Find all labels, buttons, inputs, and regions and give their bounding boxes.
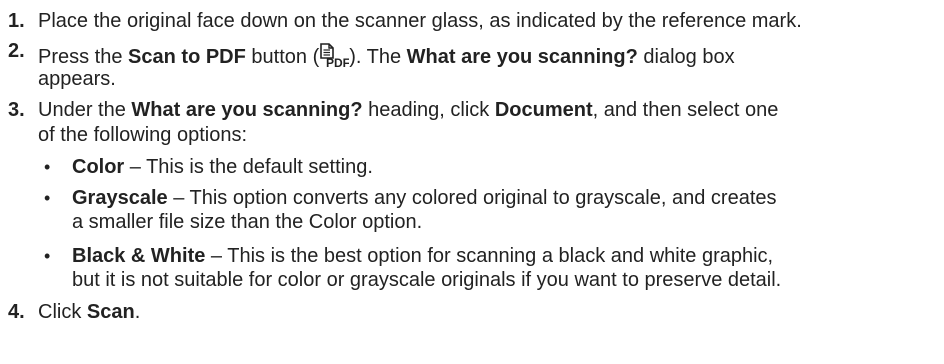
option-color-name: Color (72, 156, 125, 178)
scan-to-pdf-icon: PDF (319, 43, 349, 69)
step-4-number: 4. (8, 301, 25, 323)
scan-button-name: Scan (86, 301, 135, 323)
option-grayscale: Grayscale – This option converts any col… (72, 186, 777, 210)
step-3-line-1: Under the What are you scanning? heading… (38, 98, 778, 122)
step-3-suffix: , and then select one (592, 99, 779, 121)
option-color: Color – This is the default setting. (72, 155, 373, 179)
bullet-black-white: • (44, 246, 51, 266)
step-3-middle: heading, click (362, 99, 495, 121)
step-2-line-2: appears. (38, 68, 116, 90)
step-2-suffix: dialog box (637, 46, 735, 68)
scan-to-pdf-icon-label: PDF (326, 56, 349, 69)
option-grayscale-text: – This option converts any colored origi… (167, 187, 777, 209)
step-1-text: Place the original face down on the scan… (38, 10, 802, 32)
bullet-color: • (44, 157, 51, 177)
what-are-you-scanning-dialog-name: What are you scanning? (406, 46, 638, 68)
step-2-prefix: Press the (38, 46, 129, 68)
option-black-white: Black & White – This is the best option … (72, 244, 773, 268)
step-4-line: Click Scan. (38, 300, 140, 324)
step-2-after-icon: ). The (349, 46, 407, 68)
step-2-middle: button ( (245, 46, 320, 68)
option-color-text: – This is the default setting. (124, 156, 373, 178)
step-3-prefix: Under the (38, 99, 132, 121)
step-2-line-1: Press the Scan to PDF button (PDF). The … (38, 43, 735, 69)
step-2-number: 2. (8, 40, 25, 62)
option-grayscale-line-2: a smaller file size than the Color optio… (72, 211, 423, 233)
what-are-you-scanning-heading-name: What are you scanning? (131, 99, 363, 121)
scan-to-pdf-button-name: Scan to PDF (128, 46, 246, 68)
step-3-number: 3. (8, 99, 25, 121)
bullet-grayscale: • (44, 188, 51, 208)
instructions-document: 1. Place the original face down on the s… (0, 0, 944, 364)
step-3-line-2: of the following options: (38, 124, 248, 146)
step-4-prefix: Click (38, 301, 87, 323)
step-1-number: 1. (8, 10, 25, 32)
option-black-white-text: – This is the best option for scanning a… (205, 245, 774, 267)
document-option-name: Document (494, 99, 593, 121)
option-black-white-line-2: but it is not suitable for color or gray… (72, 269, 782, 291)
option-grayscale-name: Grayscale (72, 187, 168, 209)
option-black-white-name: Black & White (72, 245, 206, 267)
step-4-suffix: . (134, 301, 141, 323)
